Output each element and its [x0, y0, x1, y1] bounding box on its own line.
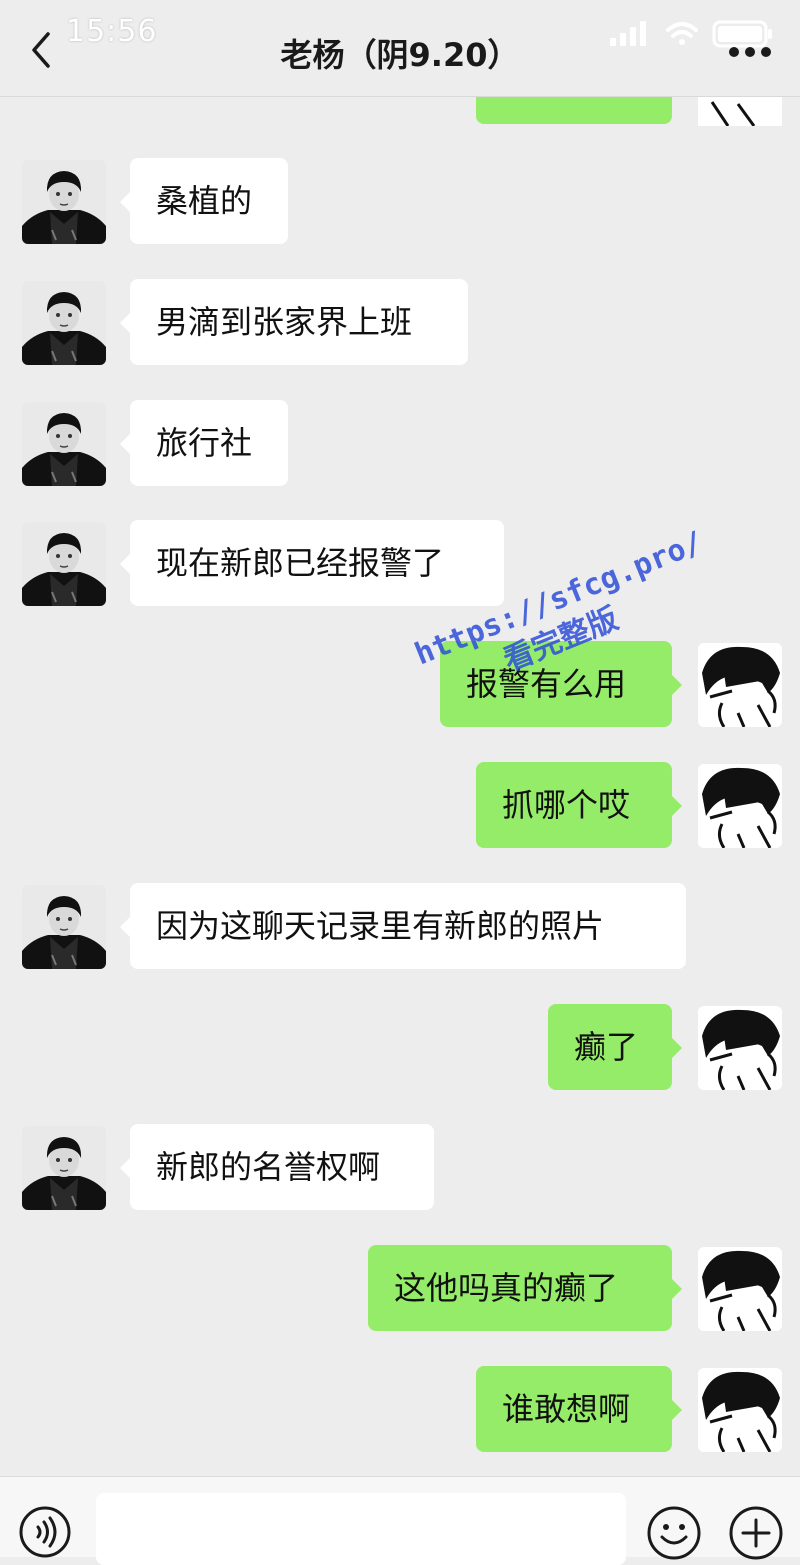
avatar[interactable] [22, 160, 106, 244]
avatar[interactable] [698, 1368, 782, 1452]
avatar[interactable] [698, 1247, 782, 1331]
incoming-message: 新郎的名誉权啊 [0, 1124, 800, 1214]
emoji-icon [647, 1506, 701, 1560]
voice-button[interactable] [18, 1505, 72, 1559]
message-bubble[interactable]: 新郎的名誉权啊 [120, 1124, 434, 1210]
incoming-message: 现在新郎已经报警了 [0, 520, 800, 610]
message-bubble[interactable]: 旅行社 [120, 400, 288, 486]
emoji-button[interactable] [646, 1505, 702, 1561]
voice-icon [19, 1506, 71, 1558]
avatar[interactable] [22, 281, 106, 365]
message-bubble[interactable]: 报警有么用 [440, 641, 682, 727]
incoming-message: 因为这聊天记录里有新郎的照片 [0, 883, 800, 973]
avatar[interactable] [22, 402, 106, 486]
incoming-message: 旅行社 [0, 400, 800, 490]
more-button[interactable] [728, 44, 772, 60]
avatar[interactable] [22, 522, 106, 606]
outgoing-message: 这他吗真的癫了 [0, 1245, 800, 1335]
incoming-message: 桑植的 [0, 158, 800, 248]
message-bubble[interactable]: 男滴到张家界上班 [120, 279, 468, 365]
more-dots-icon [729, 47, 771, 57]
avatar[interactable] [22, 1126, 106, 1210]
message-bubble[interactable]: 桑植的 [120, 158, 288, 244]
incoming-message: 男滴到张家界上班 [0, 279, 800, 369]
message-bubble[interactable]: 癫了 [548, 1004, 682, 1090]
message-bubble[interactable]: 因为这聊天记录里有新郎的照片 [120, 883, 686, 969]
chat-title: 老杨（阴9.20） [280, 36, 520, 74]
plus-button[interactable] [728, 1505, 784, 1561]
message-bubble[interactable]: 谁敢想啊 [476, 1366, 682, 1452]
outgoing-message: 报警有么用 [0, 641, 800, 731]
message-bubble[interactable]: 现在新郎已经报警了 [120, 520, 504, 606]
top-bar: 15:56 老杨（阴9.20） [0, 0, 800, 97]
input-bar [0, 1476, 800, 1565]
avatar[interactable] [698, 764, 782, 848]
avatar[interactable] [22, 885, 106, 969]
plus-icon [729, 1506, 783, 1560]
message-list[interactable]: 桑植的 男滴到张家界上班 旅行社 现在新郎已经报警了 报警有么用 抓哪个哎 因为… [0, 0, 800, 1476]
outgoing-message: 抓哪个哎 [0, 762, 800, 852]
message-input[interactable] [96, 1493, 626, 1565]
outgoing-message: 谁敢想啊 [0, 1366, 800, 1456]
message-bubble[interactable]: 这他吗真的癫了 [368, 1245, 682, 1331]
avatar[interactable] [698, 643, 782, 727]
message-bubble[interactable]: 抓哪个哎 [476, 762, 682, 848]
avatar[interactable] [698, 1006, 782, 1090]
outgoing-message: 癫了 [0, 1004, 800, 1094]
